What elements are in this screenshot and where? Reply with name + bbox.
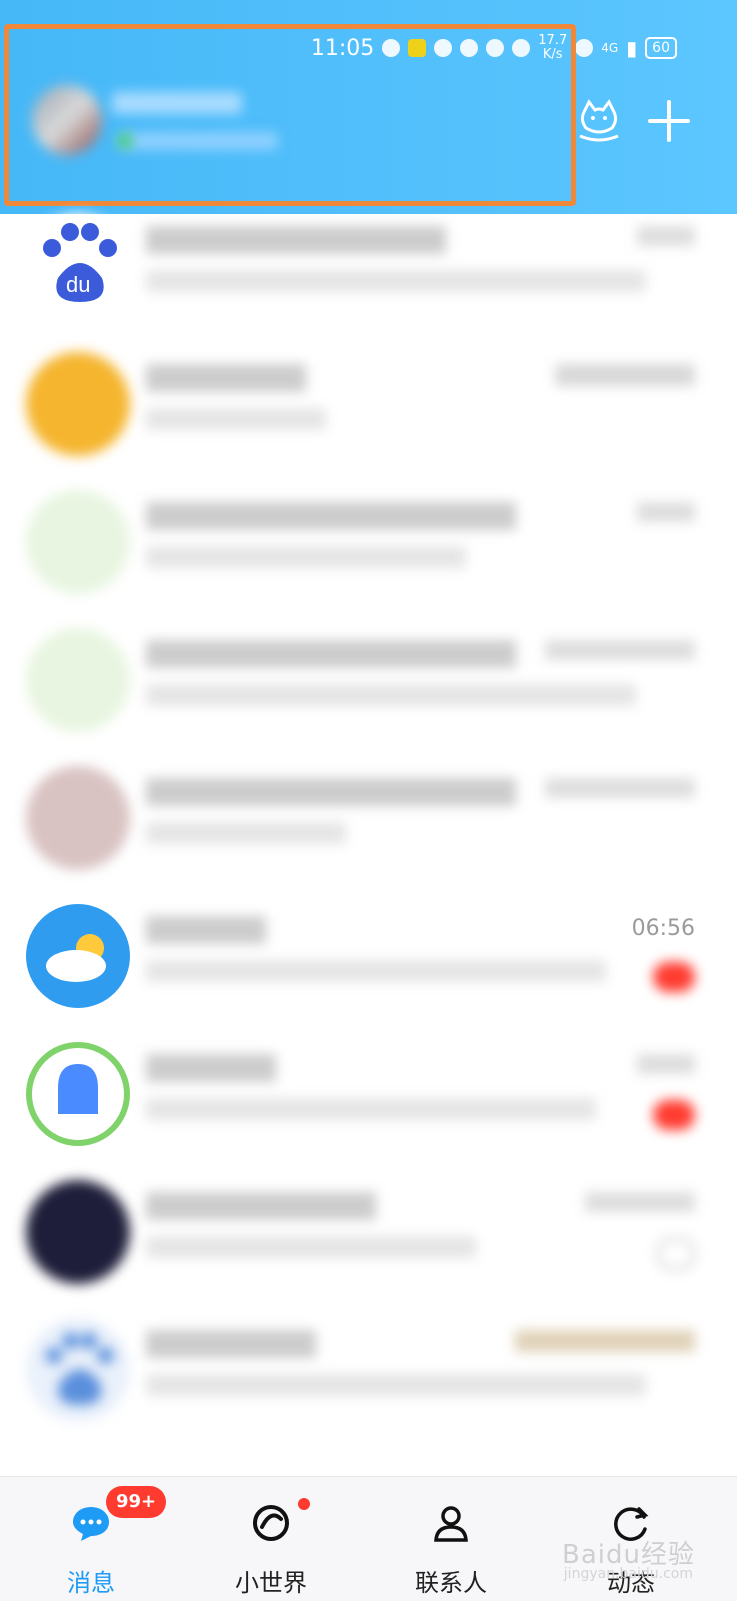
highlight-box: [4, 24, 576, 206]
conversation-time: [637, 226, 695, 246]
world-new-dot: [298, 1498, 310, 1510]
avatar: [26, 352, 130, 456]
avatar: [26, 490, 130, 594]
messages-unread-badge: 99+: [106, 1486, 167, 1518]
conversation-time: [545, 640, 695, 660]
top-header: 11:05 17.7 K/s 4G ▮ 60: [0, 0, 737, 214]
tab-contacts[interactable]: 联系人: [396, 1477, 506, 1601]
wifi-icon: [575, 39, 594, 57]
conversation-time: [585, 1192, 695, 1212]
tab-label: 消息: [67, 1569, 115, 1597]
news-icon: [58, 1064, 98, 1114]
conversation-time: [637, 1054, 695, 1074]
cat-mascot-button[interactable]: [576, 98, 622, 144]
battery-indicator: 60: [645, 37, 677, 59]
conversation-title: [146, 916, 266, 944]
avatar: [26, 1042, 130, 1146]
conversation-message: [146, 270, 646, 292]
list-item[interactable]: [0, 1180, 737, 1318]
muted-icon: [657, 1238, 695, 1270]
watermark-url: jingyan.baidu.com: [563, 1566, 693, 1582]
conversation-title: [146, 640, 516, 668]
svg-text:du: du: [66, 272, 90, 297]
conversation-message: [146, 822, 346, 844]
list-item[interactable]: [0, 766, 737, 904]
cat-mascot-icon: [579, 99, 619, 142]
conversation-title: [146, 1330, 316, 1358]
conversation-title: [146, 502, 516, 530]
avatar: [26, 628, 130, 732]
conversation-message: [146, 1098, 596, 1120]
conversation-time: [545, 778, 695, 798]
tab-label: 小世界: [235, 1569, 307, 1597]
conversation-time: [515, 1330, 695, 1352]
add-button[interactable]: [646, 98, 692, 144]
conversation-title: [146, 1054, 276, 1082]
conversation-message: [146, 1236, 476, 1258]
list-item[interactable]: [0, 490, 737, 628]
world-ring-icon: [253, 1505, 289, 1541]
list-item[interactable]: [0, 1042, 737, 1180]
conversation-title: [146, 1192, 376, 1220]
list-item[interactable]: [0, 628, 737, 766]
person-icon: [434, 1506, 468, 1542]
avatar: [26, 1180, 130, 1284]
network-type: 4G: [601, 41, 619, 55]
paw-icon: [45, 1332, 114, 1405]
tab-world[interactable]: 小世界: [216, 1477, 326, 1601]
conversation-message: [146, 960, 606, 982]
conversation-title: [146, 364, 306, 392]
list-item[interactable]: 06:56: [0, 904, 737, 1042]
list-item[interactable]: du: [0, 214, 737, 352]
list-item[interactable]: [0, 352, 737, 490]
conversation-time: [555, 364, 695, 386]
plus-icon: [648, 100, 690, 142]
conversation-message: [146, 546, 466, 568]
unread-badge: [653, 962, 695, 992]
signal-icon: ▮: [626, 36, 638, 60]
avatar: [26, 766, 130, 870]
unread-badge: [653, 1100, 695, 1130]
chat-bubble-icon: [73, 1507, 109, 1541]
conversation-title: [146, 226, 446, 254]
conversation-message: [146, 684, 636, 706]
weather-cloud-icon: [28, 906, 128, 1006]
conversation-time: [637, 502, 695, 522]
conversation-message: [146, 1374, 646, 1396]
avatar: [26, 904, 130, 1008]
conversation-title: [146, 778, 516, 806]
conversation-time: 06:56: [631, 916, 695, 941]
conversation-message: [146, 408, 326, 430]
conversation-list: du 06:56: [0, 214, 737, 1456]
tab-label: 联系人: [415, 1569, 487, 1597]
list-item[interactable]: [0, 1318, 737, 1456]
paw-icon: du: [43, 223, 117, 302]
